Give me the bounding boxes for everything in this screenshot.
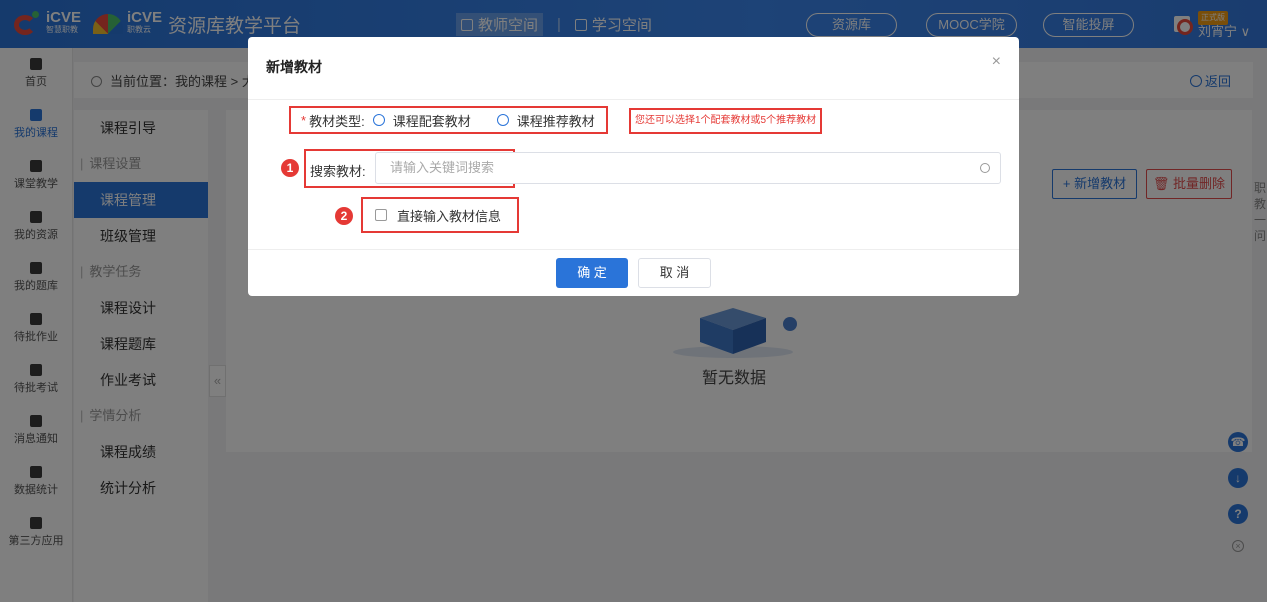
radio-label-course-textbook[interactable]: 课程配套教材: [393, 111, 471, 130]
step-1-marker: 1: [281, 159, 299, 177]
radio-course-textbook[interactable]: [372, 114, 385, 126]
radio-label-recommended-textbook[interactable]: 课程推荐教材: [517, 111, 595, 130]
direct-input-checkbox[interactable]: [375, 209, 387, 221]
step-2-marker: 2: [335, 207, 353, 225]
direct-input-label[interactable]: 直接输入教材信息: [397, 206, 501, 225]
cancel-button[interactable]: 取 消: [638, 258, 711, 288]
search-input[interactable]: 请输入关键词搜索: [375, 152, 1001, 184]
search-textbook-label: 搜索教材:: [310, 164, 366, 179]
search-icon[interactable]: [980, 163, 990, 173]
page: iCVE智慧职教 iCVE职教云 资源库教学平台 教师空间 | 学习空间 资源库…: [0, 0, 1267, 602]
required-mark: *: [301, 112, 307, 128]
textbook-type-field: * 教材类型: 课程配套教材 课程推荐教材: [289, 106, 608, 134]
direct-input-option[interactable]: 直接输入教材信息: [361, 197, 519, 233]
radio-recommended-textbook[interactable]: [496, 114, 509, 126]
confirm-button[interactable]: 确 定: [556, 258, 628, 288]
dialog-title: 新增教材: [266, 59, 322, 75]
divider: [248, 99, 1019, 100]
add-textbook-dialog: 新增教材 × * 教材类型: 课程配套教材 课程推荐教材 您还可以选择1个配套教…: [248, 37, 1019, 296]
close-icon[interactable]: ×: [992, 53, 1001, 71]
divider: [248, 249, 1019, 250]
selection-limit-hint: 您还可以选择1个配套教材或5个推荐教材: [629, 108, 823, 134]
textbook-type-label: 教材类型:: [309, 113, 365, 129]
